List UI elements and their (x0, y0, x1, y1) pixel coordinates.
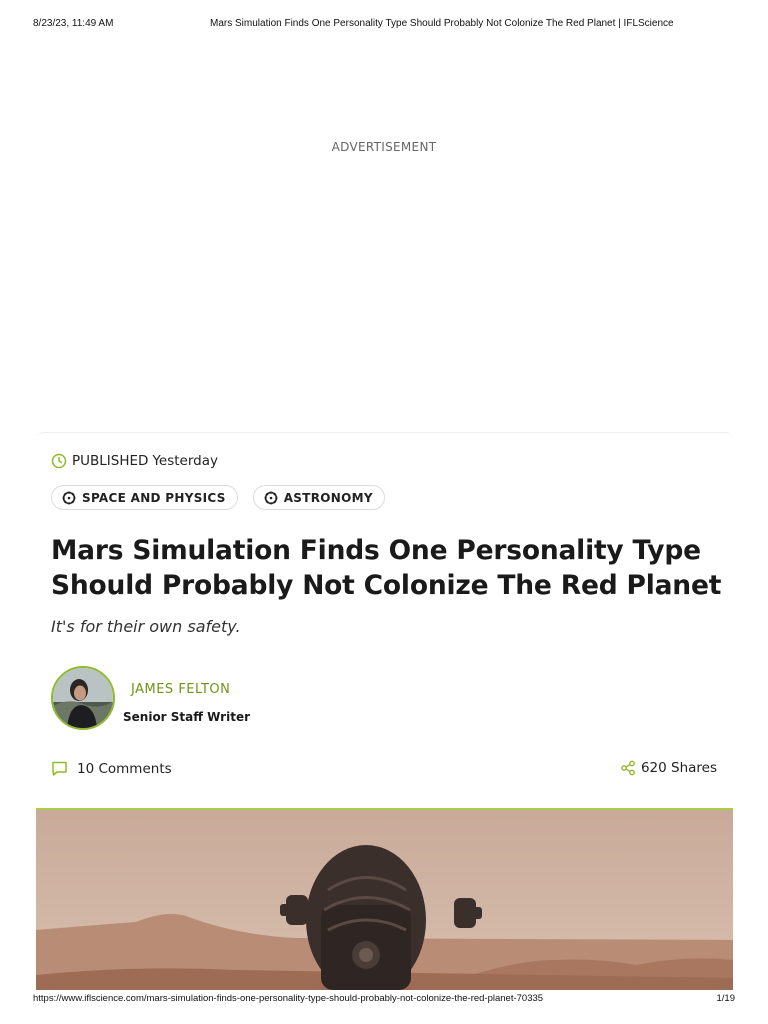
tag-space-and-physics[interactable]: SPACE AND PHYSICS (51, 485, 238, 510)
print-url: https://www.iflscience.com/mars-simulati… (33, 993, 544, 1004)
share-icon (621, 760, 635, 776)
shares-count: 620 Shares (640, 760, 717, 776)
atom-icon (62, 491, 76, 504)
tag-list: SPACE AND PHYSICS ASTRONOMY (51, 485, 385, 510)
atom-icon (264, 491, 278, 504)
published-label: PUBLISHED (72, 453, 149, 469)
print-page-number: 1/19 (716, 993, 736, 1004)
comments-count: 10 Comments (77, 760, 172, 777)
author-role: Senior Staff Writer (123, 710, 251, 724)
article-subtitle: It's for their own safety. (51, 617, 241, 636)
author-name-link[interactable]: JAMES FELTON (131, 682, 230, 697)
published-info: PUBLISHED Yesterday (51, 453, 218, 469)
tag-label: SPACE AND PHYSICS (82, 490, 226, 505)
print-document-title: Mars Simulation Finds One Personality Ty… (210, 18, 674, 29)
clock-icon (51, 453, 67, 469)
tag-astronomy[interactable]: ASTRONOMY (252, 485, 385, 510)
astronaut-on-mars-illustration (36, 810, 733, 990)
advertisement-label: ADVERTISEMENT (331, 140, 437, 154)
tag-label: ASTRONOMY (283, 490, 373, 505)
print-datetime: 8/23/23, 11:49 AM (33, 18, 114, 29)
avatar[interactable] (51, 666, 115, 730)
comment-icon (52, 761, 67, 776)
author-photo (53, 668, 113, 728)
hero-image (36, 808, 733, 990)
shares-button[interactable]: 620 Shares (620, 760, 717, 776)
article-headline: Mars Simulation Finds One Personality Ty… (51, 535, 722, 601)
published-value: Yesterday (152, 453, 218, 469)
comments-link[interactable]: 10 Comments (51, 760, 172, 777)
